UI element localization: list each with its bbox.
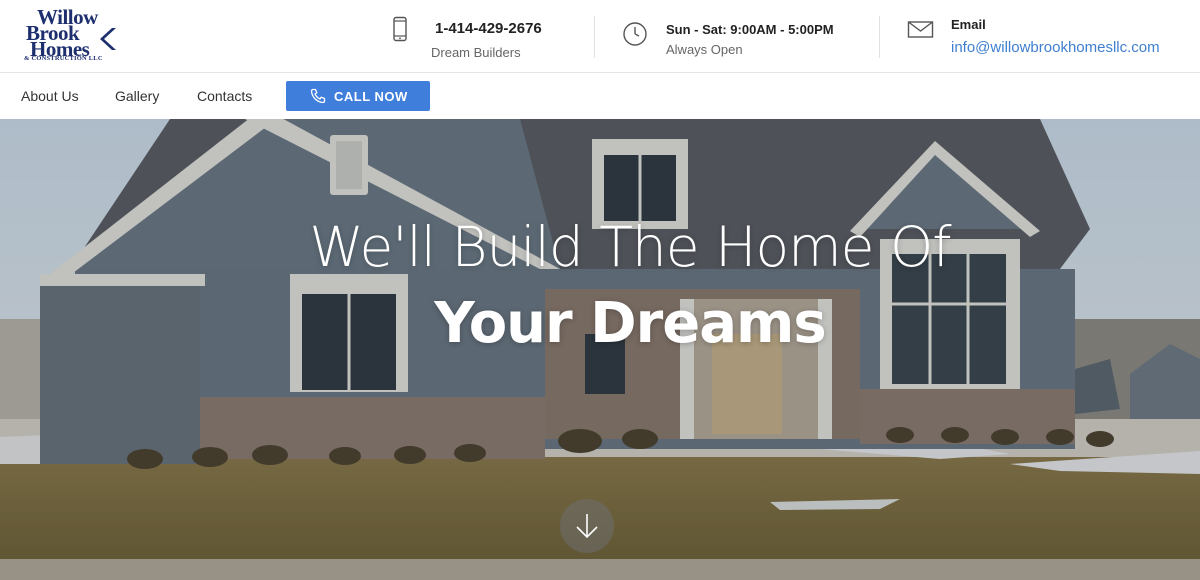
email-label: Email xyxy=(951,17,986,32)
nav-contacts[interactable]: Contacts xyxy=(197,88,252,104)
header-divider xyxy=(879,16,880,58)
logo-tagline: & CONSTRUCTION LLC xyxy=(24,55,103,62)
clock-icon xyxy=(623,22,647,46)
hours-subtitle: Always Open xyxy=(666,42,743,57)
nav-gallery[interactable]: Gallery xyxy=(115,88,159,104)
main-nav: About Us Gallery Contacts CALL NOW xyxy=(0,74,1200,119)
phone-handset-icon xyxy=(310,88,326,104)
phone-subtitle: Dream Builders xyxy=(431,45,521,60)
scroll-down-button[interactable] xyxy=(560,499,614,553)
call-now-button[interactable]: CALL NOW xyxy=(286,81,430,111)
site-logo[interactable]: Willow Brook Homes & CONSTRUCTION LLC xyxy=(22,7,122,64)
hero-subtitle: Your Dreams xyxy=(434,291,826,356)
smartphone-icon xyxy=(393,16,407,42)
hours-text: Sun - Sat: 9:00AM - 5:00PM xyxy=(666,22,834,37)
nav-about-us[interactable]: About Us xyxy=(21,88,79,104)
arrow-down-icon xyxy=(576,514,598,539)
envelope-icon xyxy=(907,21,934,38)
header-divider xyxy=(594,16,595,58)
logo-chevron-icon xyxy=(100,28,116,50)
email-link[interactable]: info@willowbrookhomesllc.com xyxy=(951,39,1160,56)
hero-banner: We'll Build The Home Of Your Dreams xyxy=(0,119,1200,580)
top-header: Willow Brook Homes & CONSTRUCTION LLC 1-… xyxy=(0,0,1200,73)
hero-title: We'll Build The Home Of xyxy=(309,215,951,279)
phone-number[interactable]: 1-414-429-2676 xyxy=(435,20,542,37)
call-now-label: CALL NOW xyxy=(334,89,408,104)
